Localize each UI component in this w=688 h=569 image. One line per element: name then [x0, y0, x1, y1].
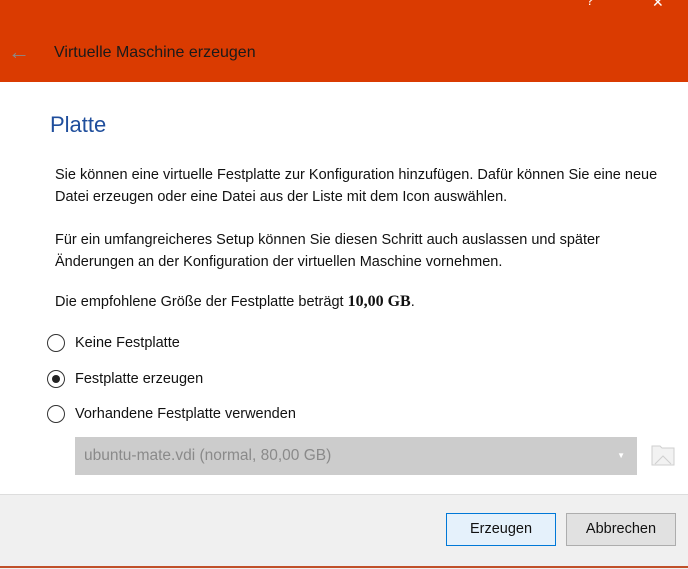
description-paragraph-2: Für ein umfangreicheres Setup können Sie…	[55, 232, 600, 270]
title-bar: ? ✕ ← Virtuelle Maschine erzeugen	[0, 0, 688, 82]
radio-selected-dot	[52, 375, 60, 383]
radio-create-disk[interactable]: Festplatte erzeugen	[47, 370, 203, 388]
cancel-button[interactable]: Abbrechen	[566, 513, 676, 546]
radio-circle[interactable]	[47, 405, 65, 423]
radio-label: Keine Festplatte	[75, 335, 180, 351]
create-button[interactable]: Erzeugen	[446, 513, 556, 546]
existing-disk-value: ubuntu-mate.vdi (normal, 80,00 GB)	[84, 447, 332, 464]
existing-disk-select[interactable]: ubuntu-mate.vdi (normal, 80,00 GB) ▼	[75, 437, 637, 475]
radio-label: Vorhandene Festplatte verwenden	[75, 406, 296, 422]
back-arrow-icon[interactable]: ←	[8, 40, 30, 64]
close-button[interactable]: ✕	[652, 0, 664, 11]
page-heading: Platte	[50, 112, 107, 137]
choose-disk-folder-icon[interactable]	[651, 442, 675, 466]
radio-no-disk[interactable]: Keine Festplatte	[47, 334, 180, 352]
dropdown-arrow-icon: ▼	[617, 451, 625, 460]
radio-circle[interactable]	[47, 334, 65, 352]
recommended-size-suffix: .	[410, 294, 415, 310]
help-button[interactable]: ?	[586, 0, 594, 8]
recommended-size-prefix: Die empfohlene Größe der Festplatte betr…	[55, 294, 348, 310]
recommended-size-text: Die empfohlene Größe der Festplatte betr…	[55, 291, 675, 313]
description-paragraph-1: Sie können eine virtuelle Festplatte zur…	[55, 167, 658, 205]
radio-existing-disk[interactable]: Vorhandene Festplatte verwenden	[47, 405, 296, 423]
recommended-size-value: 10,00 GB	[347, 293, 411, 310]
radio-circle[interactable]	[47, 370, 65, 388]
window-title: Virtuelle Maschine erzeugen	[54, 44, 256, 61]
radio-label: Festplatte erzeugen	[75, 371, 204, 387]
